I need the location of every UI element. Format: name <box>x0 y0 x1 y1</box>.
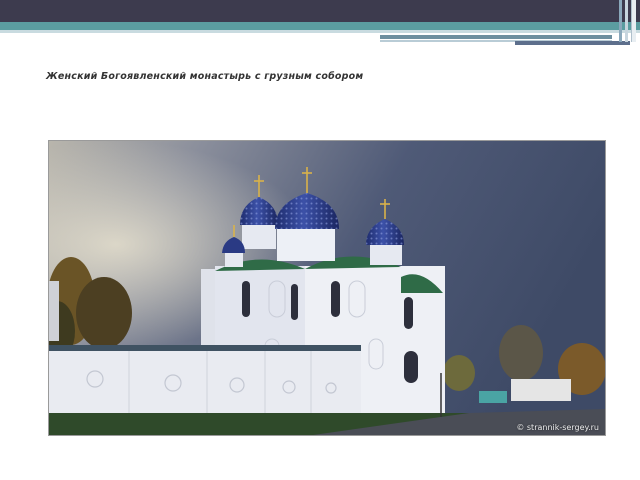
header-bar-dark <box>0 0 640 22</box>
decor-stripe <box>515 41 630 45</box>
decor-stripe <box>380 35 612 39</box>
monastery-photo: © strannik-sergey.ru <box>48 140 606 436</box>
photo-watermark: © strannik-sergey.ru <box>516 423 599 432</box>
header-bar-teal <box>0 22 640 30</box>
photo-illustration <box>49 141 605 435</box>
decor-vertical-bar <box>625 0 628 42</box>
slide-title: Женский Богоявленский монастырь с грузны… <box>46 71 364 82</box>
fence-wall <box>49 345 361 419</box>
decor-vertical-bar <box>631 0 636 42</box>
header-bar-light <box>0 30 640 33</box>
decor-vertical-bar <box>619 0 622 42</box>
